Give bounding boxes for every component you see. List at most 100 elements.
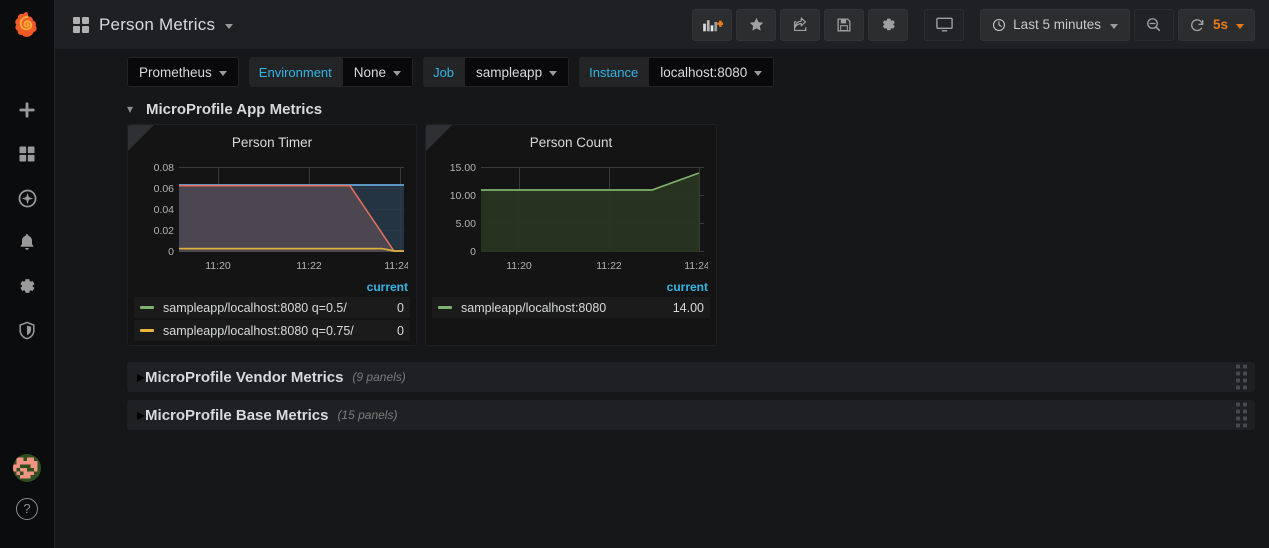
- legend-series-value: 0: [397, 323, 404, 338]
- panel-person-timer[interactable]: i Person Timer 0.08 0.06 0.04 0.02 0: [127, 124, 417, 346]
- compass-icon: [18, 189, 36, 207]
- sidebar-bottom: ?: [13, 454, 41, 548]
- save-icon: [837, 18, 851, 31]
- row-panel-count: (9 panels): [352, 370, 406, 384]
- chevron-down-icon: [549, 71, 558, 76]
- variable-datasource-value: Prometheus: [139, 64, 212, 80]
- chevron-down-icon: ▾: [127, 102, 134, 116]
- panel-title: Person Count: [529, 135, 613, 150]
- plus-icon: [19, 102, 35, 118]
- sidebar-item-alerting[interactable]: [0, 220, 55, 264]
- legend-series-name: sampleapp/localhost:8080 q=0.75/: [163, 323, 354, 338]
- variable-environment[interactable]: Environment None: [248, 57, 414, 87]
- sidebar-item-dashboards[interactable]: [0, 132, 55, 176]
- svg-text:11:24: 11:24: [684, 260, 708, 272]
- svg-text:0: 0: [470, 246, 476, 258]
- drag-handle[interactable]: [1236, 402, 1247, 428]
- top-navbar: Person Metrics Last 5 minutes 5s: [55, 0, 1269, 50]
- variable-instance[interactable]: Instance localhost:8080: [579, 57, 775, 87]
- gear-icon: [20, 279, 35, 293]
- grafana-logo[interactable]: [0, 0, 55, 50]
- refresh-picker[interactable]: 5s: [1177, 8, 1255, 41]
- help-icon[interactable]: ?: [16, 498, 38, 520]
- row-title: MicroProfile App Metrics: [146, 100, 323, 118]
- sidebar-item-explore[interactable]: [0, 176, 55, 220]
- variable-job[interactable]: Job sampleapp: [423, 57, 570, 87]
- gear-icon: [882, 18, 895, 31]
- svg-text:10.00: 10.00: [450, 190, 476, 202]
- chevron-down-icon: [218, 71, 227, 76]
- tv-monitor-icon: [935, 17, 953, 32]
- chevron-down-icon: [1236, 23, 1244, 29]
- legend-color-swatch: [140, 306, 154, 309]
- svg-text:11:22: 11:22: [596, 260, 622, 272]
- chevron-down-icon[interactable]: [225, 23, 234, 29]
- time-range-picker[interactable]: Last 5 minutes: [980, 8, 1130, 41]
- panel-description-corner: i: [128, 125, 154, 151]
- svg-text:11:24: 11:24: [384, 260, 408, 272]
- star-button[interactable]: [736, 8, 777, 41]
- refresh-interval-label: 5s: [1212, 17, 1228, 32]
- drag-handle[interactable]: [1236, 364, 1247, 390]
- legend-series-name: sampleapp/localhost:8080: [461, 300, 607, 315]
- svg-text:0.04: 0.04: [154, 204, 175, 216]
- legend-header: current: [666, 280, 708, 294]
- row-header-base-metrics[interactable]: ▸ MicroProfile Base Metrics (15 panels): [127, 400, 1255, 430]
- dashboards-grid-icon: [19, 146, 35, 162]
- timer-plot: 0.08 0.06 0.04 0.02 0 11:20 11:22 11:24: [154, 162, 410, 272]
- template-variables-row: Prometheus Environment None Job sampleap…: [55, 50, 1269, 94]
- main-content: Person Metrics Last 5 minutes 5s Prometh…: [55, 0, 1269, 548]
- chevron-right-icon: ▸: [137, 407, 146, 424]
- row-header-vendor-metrics[interactable]: ▸ MicroProfile Vendor Metrics (9 panels): [127, 362, 1255, 392]
- variable-job-label: Job: [423, 57, 465, 87]
- legend-color-swatch: [438, 306, 452, 309]
- svg-text:15.00: 15.00: [450, 162, 476, 174]
- variable-datasource[interactable]: Prometheus: [127, 57, 239, 87]
- legend-item[interactable]: sampleapp/localhost:8080 q=0.5/ 0: [134, 297, 410, 318]
- zoom-out-button[interactable]: [1133, 8, 1174, 41]
- dashboard-body: ▾ MicroProfile App Metrics i Person Time…: [55, 94, 1269, 548]
- sidebar: ?: [0, 0, 55, 548]
- chevron-right-icon: ▸: [137, 369, 146, 386]
- clock-icon: [993, 18, 1006, 31]
- avatar[interactable]: [13, 454, 41, 482]
- panel-title: Person Timer: [231, 135, 313, 150]
- star-icon: [749, 17, 763, 31]
- variable-instance-label: Instance: [579, 57, 649, 87]
- variable-instance-value: localhost:8080: [660, 64, 748, 80]
- panel-row: i Person Timer 0.08 0.06 0.04 0.02 0: [127, 124, 1255, 346]
- add-panel-icon: [702, 20, 723, 32]
- variable-environment-label: Environment: [248, 57, 342, 87]
- time-range-label: Last 5 minutes: [1013, 17, 1101, 32]
- tv-mode-button[interactable]: [924, 8, 965, 41]
- svg-text:0.08: 0.08: [154, 162, 175, 174]
- chart-person-timer: 0.08 0.06 0.04 0.02 0 11:20 11:22 11:24: [128, 153, 416, 280]
- row-title: MicroProfile Vendor Metrics: [145, 368, 344, 386]
- svg-text:5.00: 5.00: [456, 218, 477, 230]
- panel-legend: current sampleapp/localhost:8080 14.00: [426, 280, 716, 318]
- svg-text:11:22: 11:22: [296, 260, 322, 272]
- add-panel-button[interactable]: [692, 8, 733, 41]
- legend-header: current: [366, 280, 408, 294]
- save-button[interactable]: [824, 8, 865, 41]
- dashboard-toolbar: Last 5 minutes 5s: [692, 8, 1255, 41]
- sidebar-item-create[interactable]: [0, 88, 55, 132]
- sidebar-item-server-admin[interactable]: [0, 308, 55, 352]
- sidebar-item-configuration[interactable]: [0, 264, 55, 308]
- panel-description-corner: i: [426, 125, 452, 151]
- refresh-icon[interactable]: [1189, 17, 1205, 33]
- row-header-app-metrics[interactable]: ▾ MicroProfile App Metrics: [127, 94, 1255, 124]
- sidebar-nav: [0, 88, 55, 352]
- legend-series-value: 0: [397, 300, 404, 315]
- dashboard-title-group[interactable]: Person Metrics: [73, 15, 234, 35]
- dashboard-grid-icon: [73, 16, 89, 33]
- variable-job-value: sampleapp: [476, 64, 543, 80]
- variable-environment-value: None: [353, 64, 387, 80]
- legend-item[interactable]: sampleapp/localhost:8080 q=0.75/ 0: [134, 320, 410, 341]
- dashboard-settings-button[interactable]: [868, 8, 909, 41]
- legend-item[interactable]: sampleapp/localhost:8080 14.00: [432, 297, 710, 318]
- chart-person-count: 15.00 10.00 5.00 0 11:20 11:22 11:24: [426, 153, 716, 280]
- panel-person-count[interactable]: i Person Count 15.00 10.00 5.00 0: [425, 124, 717, 346]
- share-button[interactable]: [780, 8, 821, 41]
- legend-series-value: 14.00: [672, 300, 704, 315]
